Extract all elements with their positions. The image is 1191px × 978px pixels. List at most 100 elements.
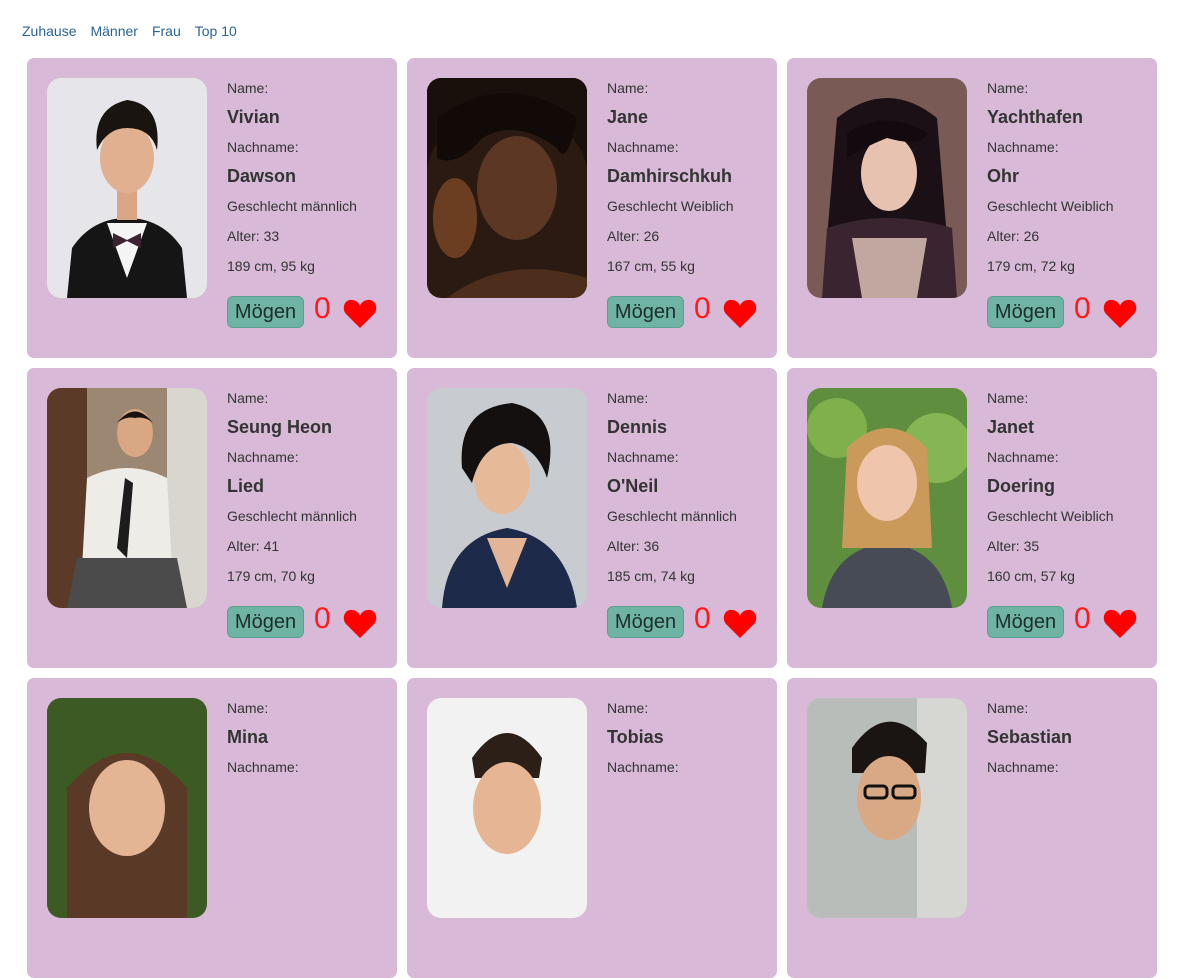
heart-icon[interactable] (1103, 608, 1137, 640)
profile-card: Name: Janet Nachname: Doering Geschlecht… (787, 368, 1157, 668)
first-name-value: Janet (987, 417, 1035, 437)
profile-photo (47, 78, 207, 298)
size-text: 160 cm, 57 kg (987, 568, 1075, 584)
first-name-value: Dennis (607, 417, 668, 437)
profile-info: Name: Dennis Nachname: O'Neil Geschlecht… (607, 388, 767, 596)
profile-info: Name: Sebastian Nachname: (987, 698, 1147, 777)
profile-grid: Name: Vivian Nachname: Dawson Geschlecht… (27, 58, 1157, 978)
last-name-label: Nachname: (607, 139, 679, 155)
profile-photo (47, 698, 207, 918)
profile-photo (807, 78, 967, 298)
last-name-label: Nachname: (227, 449, 299, 465)
age-text: Alter: 33 (227, 228, 280, 244)
profile-info: Name: Vivian Nachname: Dawson Geschlecht… (227, 78, 387, 286)
age-text: Alter: 35 (987, 538, 1040, 554)
like-button[interactable]: Mögen (607, 606, 684, 638)
last-name-label: Nachname: (987, 139, 1059, 155)
first-name-value: Jane (607, 107, 649, 127)
like-actions: Mögen 0 (227, 602, 392, 644)
last-name-label: Nachname: (607, 449, 679, 465)
last-name-value: Doering (987, 476, 1056, 496)
first-name-label: Name: (987, 700, 1029, 716)
like-count: 0 (314, 292, 331, 325)
size-text: 179 cm, 72 kg (987, 258, 1075, 274)
gender-text: Geschlecht männlich (227, 198, 357, 214)
like-button[interactable]: Mögen (227, 296, 304, 328)
like-button[interactable]: Mögen (987, 606, 1064, 638)
heart-icon[interactable] (723, 298, 757, 330)
heart-icon[interactable] (343, 608, 377, 640)
like-count: 0 (694, 602, 711, 635)
profile-card: Name: Mina Nachname: (27, 678, 397, 978)
nav-link-men[interactable]: Männer (90, 23, 137, 39)
first-name-label: Name: (227, 390, 269, 406)
first-name-value: Seung Heon (227, 417, 333, 437)
heart-icon[interactable] (723, 608, 757, 640)
age-text: Alter: 26 (987, 228, 1040, 244)
last-name-value: Ohr (987, 166, 1020, 186)
first-name-label: Name: (607, 80, 649, 96)
first-name-label: Name: (607, 390, 649, 406)
profile-card: Name: Dennis Nachname: O'Neil Geschlecht… (407, 368, 777, 668)
profile-photo (47, 388, 207, 608)
profile-card: Name: Seung Heon Nachname: Lied Geschlec… (27, 368, 397, 668)
nav-link-women[interactable]: Frau (152, 23, 181, 39)
nav-link-home[interactable]: Zuhause (22, 23, 76, 39)
heart-icon[interactable] (343, 298, 377, 330)
nav-link-top10[interactable]: Top 10 (195, 23, 237, 39)
last-name-label: Nachname: (987, 449, 1059, 465)
gender-text: Geschlecht Weiblich (987, 198, 1114, 214)
like-count: 0 (1074, 292, 1091, 325)
age-text: Alter: 41 (227, 538, 280, 554)
age-text: Alter: 26 (607, 228, 660, 244)
profile-info: Name: Janet Nachname: Doering Geschlecht… (987, 388, 1147, 596)
profile-card: Name: Vivian Nachname: Dawson Geschlecht… (27, 58, 397, 358)
like-button[interactable]: Mögen (607, 296, 684, 328)
last-name-value: Damhirschkuh (607, 166, 733, 186)
first-name-value: Tobias (607, 727, 664, 747)
like-button[interactable]: Mögen (987, 296, 1064, 328)
last-name-label: Nachname: (227, 139, 299, 155)
like-count: 0 (694, 292, 711, 325)
profile-info: Name: Seung Heon Nachname: Lied Geschlec… (227, 388, 387, 596)
like-button[interactable]: Mögen (227, 606, 304, 638)
first-name-label: Name: (987, 390, 1029, 406)
top-navigation: Zuhause Männer Frau Top 10 (22, 23, 251, 39)
heart-icon[interactable] (1103, 298, 1137, 330)
first-name-value: Mina (227, 727, 269, 747)
first-name-label: Name: (607, 700, 649, 716)
gender-text: Geschlecht Weiblich (987, 508, 1114, 524)
profile-card: Name: Yachthafen Nachname: Ohr Geschlech… (787, 58, 1157, 358)
first-name-label: Name: (987, 80, 1029, 96)
first-name-label: Name: (227, 80, 269, 96)
last-name-value: O'Neil (607, 476, 659, 496)
size-text: 185 cm, 74 kg (607, 568, 695, 584)
profile-card: Name: Sebastian Nachname: (787, 678, 1157, 978)
profile-card: Name: Tobias Nachname: (407, 678, 777, 978)
profile-card: Name: Jane Nachname: Damhirschkuh Geschl… (407, 58, 777, 358)
profile-photo (427, 388, 587, 608)
gender-text: Geschlecht männlich (227, 508, 357, 524)
profile-info: Name: Mina Nachname: (227, 698, 387, 777)
like-count: 0 (1074, 602, 1091, 635)
first-name-value: Sebastian (987, 727, 1073, 747)
profile-info: Name: Jane Nachname: Damhirschkuh Geschl… (607, 78, 767, 286)
profile-photo (427, 78, 587, 298)
size-text: 179 cm, 70 kg (227, 568, 315, 584)
like-count: 0 (314, 602, 331, 635)
profile-info: Name: Tobias Nachname: (607, 698, 767, 777)
gender-text: Geschlecht Weiblich (607, 198, 734, 214)
profile-photo (807, 698, 967, 918)
profile-photo (807, 388, 967, 608)
gender-text: Geschlecht männlich (607, 508, 737, 524)
age-text: Alter: 36 (607, 538, 660, 554)
last-name-label: Nachname: (607, 759, 679, 775)
last-name-value: Lied (227, 476, 265, 496)
first-name-label: Name: (227, 700, 269, 716)
size-text: 189 cm, 95 kg (227, 258, 315, 274)
last-name-value: Dawson (227, 166, 297, 186)
last-name-label: Nachname: (227, 759, 299, 775)
like-actions: Mögen 0 (987, 602, 1152, 644)
like-actions: Mögen 0 (607, 292, 772, 334)
like-actions: Mögen 0 (607, 602, 772, 644)
